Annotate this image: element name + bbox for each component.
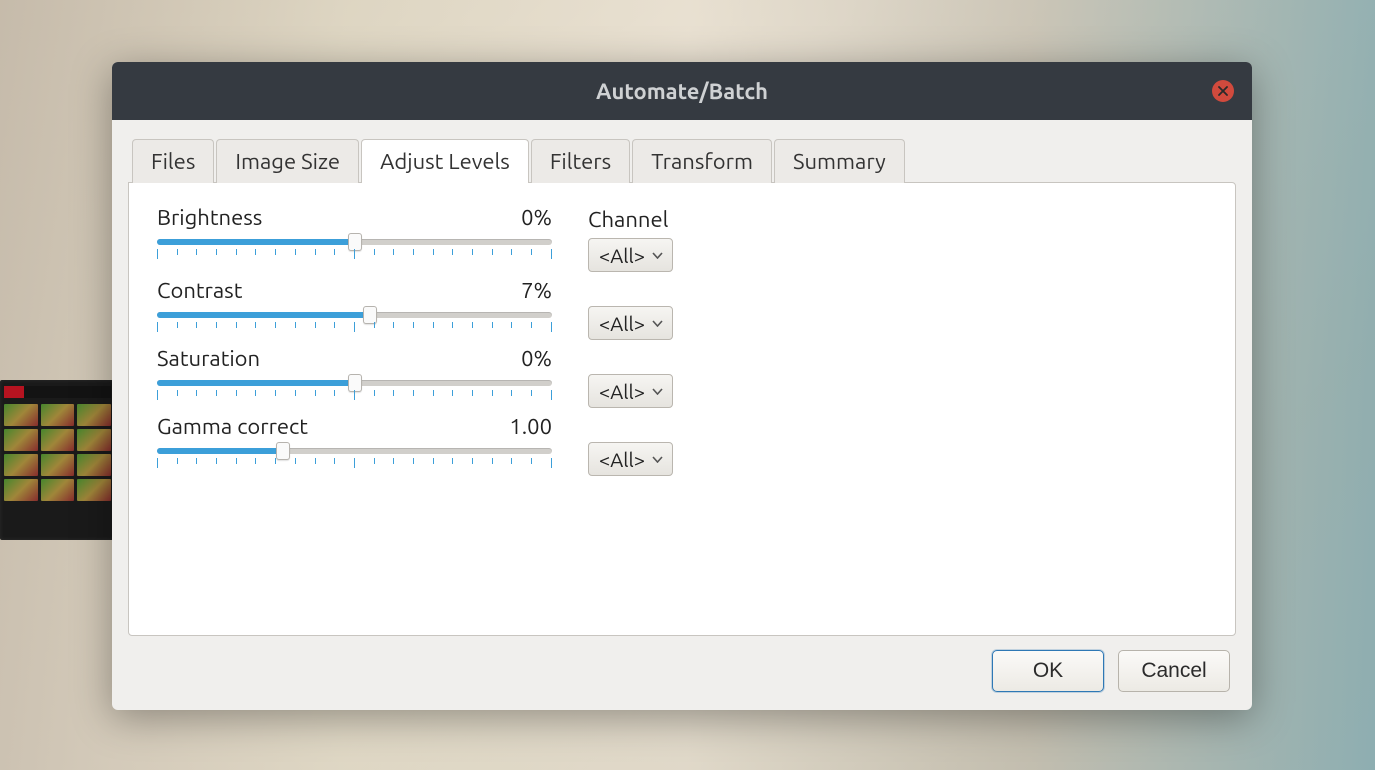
- chevron-down-icon: [649, 388, 665, 395]
- titlebar: Automate/Batch: [112, 62, 1252, 120]
- channel-combo-3[interactable]: <All>: [588, 442, 673, 476]
- slider-fill: [157, 448, 283, 454]
- chevron-down-icon: [649, 456, 665, 463]
- slider-fill: [157, 312, 370, 318]
- close-icon: [1218, 82, 1228, 100]
- slider-value: 0%: [521, 205, 552, 230]
- channel-column: Channel <All>: [588, 205, 778, 272]
- tab-files[interactable]: Files: [132, 139, 214, 183]
- tab-image-size[interactable]: Image Size: [216, 139, 359, 183]
- channel-combo-1[interactable]: <All>: [588, 306, 673, 340]
- dialog-footer: OK Cancel: [128, 636, 1236, 694]
- slider-label: Contrast: [157, 278, 242, 303]
- adjust-row-contrast: Contrast 7% <All>: [157, 278, 1207, 340]
- tab-summary[interactable]: Summary: [774, 139, 905, 183]
- chevron-down-icon: [649, 320, 665, 327]
- adjust-rows: Brightness0%Channel<All>Contrast7%<All>S…: [157, 205, 1207, 482]
- slider-ticks: [157, 249, 552, 261]
- cancel-button[interactable]: Cancel: [1118, 650, 1230, 692]
- slider[interactable]: [157, 236, 552, 264]
- adjust-row-gamma-correct: Gamma correct 1.00 <All>: [157, 414, 1207, 476]
- slider-label: Brightness: [157, 205, 262, 230]
- combo-value: <All>: [599, 448, 645, 471]
- slider[interactable]: [157, 445, 552, 473]
- tab-adjust-levels[interactable]: Adjust Levels: [361, 139, 529, 183]
- slider[interactable]: [157, 309, 552, 337]
- slider-value: 0%: [521, 346, 552, 371]
- slider-column: Brightness 0%: [157, 205, 552, 264]
- tab-filters[interactable]: Filters: [531, 139, 630, 183]
- combo-value: <All>: [599, 312, 645, 335]
- tabs-bar: FilesImage SizeAdjust LevelsFiltersTrans…: [128, 138, 1236, 182]
- slider-value: 7%: [521, 278, 552, 303]
- combo-value: <All>: [599, 244, 645, 267]
- channel-combo-2[interactable]: <All>: [588, 374, 673, 408]
- dialog-title: Automate/Batch: [596, 79, 768, 104]
- tab-transform[interactable]: Transform: [632, 139, 772, 183]
- channel-column: <All>: [588, 278, 778, 340]
- channel-column: <All>: [588, 346, 778, 408]
- automate-batch-dialog: Automate/Batch FilesImage SizeAdjust Lev…: [112, 62, 1252, 710]
- slider-value: 1.00: [509, 414, 552, 439]
- background-tv: [0, 380, 115, 540]
- channel-combo-0[interactable]: <All>: [588, 238, 673, 272]
- tabs-container: FilesImage SizeAdjust LevelsFiltersTrans…: [128, 138, 1236, 636]
- slider-fill: [157, 380, 355, 386]
- slider-column: Gamma correct 1.00: [157, 414, 552, 473]
- ok-button[interactable]: OK: [992, 650, 1104, 692]
- slider[interactable]: [157, 377, 552, 405]
- combo-value: <All>: [599, 380, 645, 403]
- adjust-row-brightness: Brightness 0% Channel <All>: [157, 205, 1207, 272]
- adjust-row-saturation: Saturation 0% <All>: [157, 346, 1207, 408]
- slider-label: Saturation: [157, 346, 260, 371]
- chevron-down-icon: [649, 252, 665, 259]
- slider-ticks: [157, 322, 552, 334]
- channel-header-label: Channel: [588, 207, 778, 232]
- slider-fill: [157, 239, 355, 245]
- slider-ticks: [157, 458, 552, 470]
- dialog-body: FilesImage SizeAdjust LevelsFiltersTrans…: [112, 120, 1252, 710]
- slider-column: Saturation 0%: [157, 346, 552, 405]
- slider-label: Gamma correct: [157, 414, 308, 439]
- slider-column: Contrast 7%: [157, 278, 552, 337]
- slider-ticks: [157, 390, 552, 402]
- tab-panel-adjust-levels: Brightness0%Channel<All>Contrast7%<All>S…: [128, 182, 1236, 636]
- close-button[interactable]: [1212, 80, 1234, 102]
- channel-column: <All>: [588, 414, 778, 476]
